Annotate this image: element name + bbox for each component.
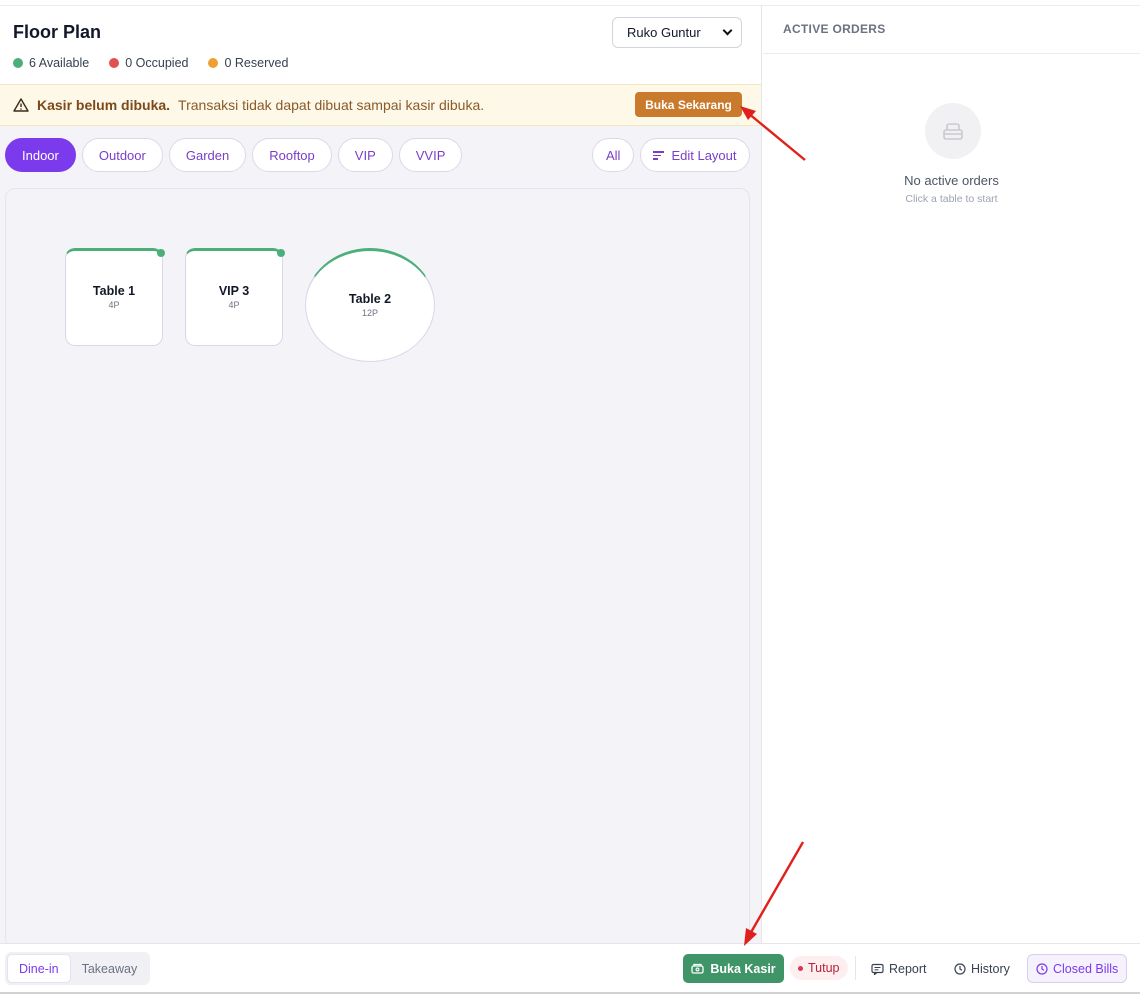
table-name: VIP 3	[218, 284, 250, 298]
status-dot	[277, 249, 285, 257]
location-select[interactable]: Ruko Guntur	[612, 17, 742, 48]
empty-orders-icon	[925, 103, 981, 159]
table-card-table-1[interactable]: Table 1 4P	[65, 248, 165, 346]
table-capacity: 4P	[108, 300, 120, 310]
bottom-toolbar: Dine-in Takeaway Buka Kasir Tutup Report	[0, 943, 1140, 994]
cashier-status-badge: Tutup	[790, 956, 848, 980]
report-label: Report	[889, 961, 927, 976]
layout-controls: All Edit Layout	[592, 138, 750, 172]
open-cashier-button[interactable]: Buka Kasir	[683, 954, 784, 983]
page-title: Floor Plan	[13, 22, 102, 42]
active-orders-heading: ACTIVE ORDERS	[763, 6, 1140, 54]
edit-layout-icon	[653, 150, 665, 160]
table-name: Table 2	[348, 292, 392, 306]
status-legend: 6 Available 0 Occupied 0 Reserved	[13, 56, 288, 70]
area-tabs: Indoor Outdoor Garden Rooftop VIP VVIP	[5, 138, 463, 172]
table-capacity: 4P	[228, 300, 240, 310]
table-capacity: 12P	[361, 308, 378, 318]
legend-reserved: 0 Reserved	[208, 56, 288, 70]
alert-message: Transaksi tidak dapat dibuat sampai kasi…	[178, 97, 485, 113]
filter-all-button[interactable]: All	[592, 138, 635, 172]
warning-icon	[13, 98, 29, 112]
active-orders-panel: ACTIVE ORDERS No active orders Click a t…	[763, 6, 1140, 943]
tab-outdoor[interactable]: Outdoor	[81, 138, 163, 172]
edit-layout-button[interactable]: Edit Layout	[640, 138, 750, 172]
legend-reserved-label: 0 Reserved	[224, 56, 289, 70]
open-cashier-now-button[interactable]: Buka Sekarang	[635, 92, 742, 117]
history-button[interactable]: History	[946, 954, 1018, 983]
history-icon	[954, 962, 966, 975]
closed-bills-button[interactable]: Closed Bills	[1027, 954, 1128, 983]
floor-plan-header: Floor Plan 6 Available 0 Occupied 0 Rese…	[0, 6, 761, 85]
order-mode-toggle: Dine-in Takeaway	[5, 952, 151, 985]
tab-garden[interactable]: Garden	[168, 138, 247, 172]
history-label: History	[971, 961, 1010, 976]
cashier-status-label: Tutup	[808, 961, 840, 975]
chevron-down-icon	[722, 25, 733, 36]
legend-occupied: 0 Occupied	[109, 56, 188, 70]
tab-vip[interactable]: VIP	[337, 138, 393, 172]
divider	[855, 956, 856, 980]
tab-rooftop[interactable]: Rooftop	[252, 138, 332, 172]
report-button[interactable]: Report	[863, 954, 935, 983]
legend-occupied-label: 0 Occupied	[125, 56, 189, 70]
empty-orders-title: No active orders	[904, 173, 999, 188]
legend-available: 6 Available	[13, 56, 89, 70]
open-cashier-label: Buka Kasir	[710, 961, 776, 976]
mode-dine-in[interactable]: Dine-in	[7, 954, 71, 983]
occupied-dot	[109, 58, 120, 68]
alert-title: Kasir belum dibuka.	[37, 97, 171, 113]
table-card-table-2[interactable]: Table 2 12P	[305, 248, 435, 362]
tab-indoor[interactable]: Indoor	[5, 138, 76, 172]
empty-orders-subtitle: Click a table to start	[905, 193, 998, 205]
edit-layout-label: Edit Layout	[671, 147, 737, 163]
legend-available-label: 6 Available	[29, 56, 90, 70]
clock-icon	[1036, 962, 1048, 975]
cash-register-icon	[691, 963, 704, 974]
reserved-dot	[208, 58, 219, 68]
floor-plan-pane: Floor Plan 6 Available 0 Occupied 0 Rese…	[0, 6, 762, 948]
tab-vvip[interactable]: VVIP	[398, 138, 463, 172]
report-icon	[871, 963, 884, 975]
closed-bills-label: Closed Bills	[1053, 961, 1119, 976]
status-dot	[157, 249, 165, 257]
location-select-value: Ruko Guntur	[627, 25, 701, 40]
floor-canvas: Table 1 4P VIP 3 4P Table 2 12P	[5, 188, 750, 948]
table-name: Table 1	[92, 284, 136, 298]
status-dot	[798, 965, 803, 971]
mode-takeaway[interactable]: Takeaway	[71, 954, 149, 983]
app: Floor Plan 6 Available 0 Occupied 0 Rese…	[0, 0, 1140, 994]
available-dot	[13, 58, 23, 68]
table-card-vip-3[interactable]: VIP 3 4P	[185, 248, 285, 346]
